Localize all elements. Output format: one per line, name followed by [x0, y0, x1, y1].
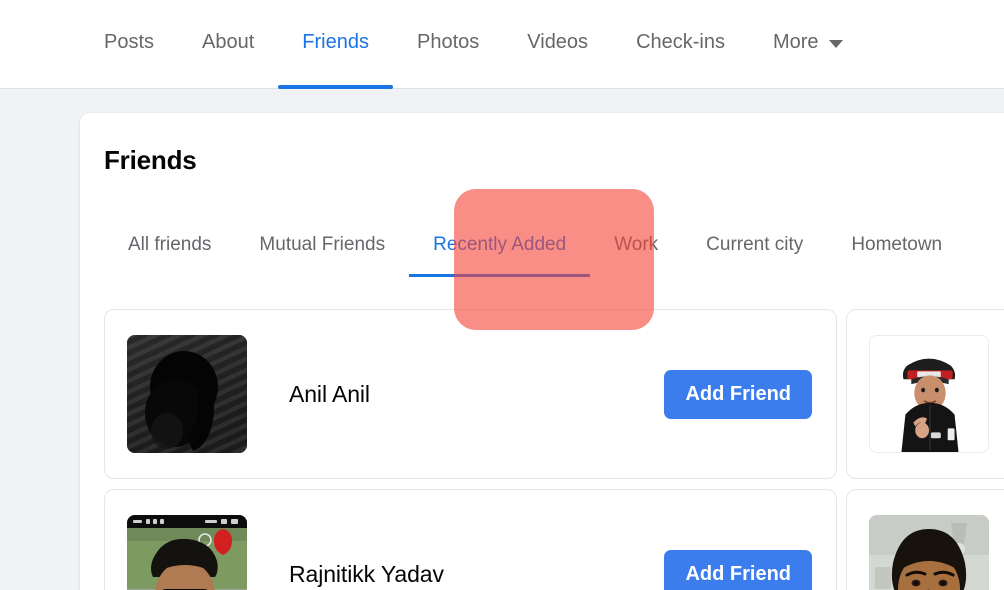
nav-tab-more[interactable]: More: [749, 0, 843, 89]
nav-tab-posts[interactable]: Posts: [80, 0, 178, 89]
filter-tab-hometown[interactable]: Hometown: [827, 215, 966, 277]
nav-tab-label: Check-ins: [636, 30, 725, 53]
filter-tab-label: Hometown: [851, 234, 943, 255]
filter-tab-label: All friends: [128, 234, 212, 255]
avatar[interactable]: [127, 335, 247, 453]
filter-tab-label: Recently Added: [433, 234, 567, 255]
nav-tab-label: Friends: [302, 30, 369, 53]
active-tab-underline: [278, 85, 393, 89]
friends-filter-tabs: All friends Mutual Friends Recently Adde…: [104, 215, 966, 277]
nav-tab-videos[interactable]: Videos: [503, 0, 612, 89]
filter-tab-label: Current city: [706, 234, 804, 255]
nav-tab-label: Photos: [417, 30, 480, 53]
page-root: Posts About Friends Photos Videos Check-…: [0, 0, 1004, 590]
avatar[interactable]: [869, 335, 989, 453]
friend-name: Anil Anil: [289, 380, 370, 407]
profile-nav-bar: Posts About Friends Photos Videos Check-…: [0, 0, 1004, 89]
filter-tab-recently-added[interactable]: Recently Added: [409, 215, 591, 277]
friend-card[interactable]: Rajnitikk Yadav Add Friend: [104, 489, 837, 590]
nav-tab-label: Posts: [104, 30, 155, 53]
friends-grid: Anil Anil Add Friend Rajnitikk Yadav Add…: [104, 309, 1004, 590]
friends-content-card: Friends All friends Mutual Friends Recen…: [80, 113, 1004, 590]
nav-tab-check-ins[interactable]: Check-ins: [612, 0, 749, 89]
add-friend-button[interactable]: Add Friend: [664, 369, 812, 419]
friend-card[interactable]: Anil Anil Add Friend: [104, 309, 837, 479]
filter-tab-label: Mutual Friends: [259, 234, 386, 255]
nav-tab-label: About: [202, 30, 255, 53]
add-friend-button[interactable]: Add Friend: [664, 549, 812, 590]
nav-tab-photos[interactable]: Photos: [393, 0, 503, 89]
chevron-down-icon: [828, 39, 843, 48]
avatar[interactable]: [127, 515, 247, 590]
nav-tab-about[interactable]: About: [178, 0, 278, 89]
friend-card[interactable]: Ravi Kumar Add Friend: [846, 489, 1004, 590]
filter-tab-mutual-friends[interactable]: Mutual Friends: [235, 215, 409, 277]
filter-tab-current-city[interactable]: Current city: [682, 215, 827, 277]
active-filter-underline: [409, 274, 591, 277]
friend-name: Rajnitikk Yadav: [289, 560, 444, 587]
filter-tab-all-friends[interactable]: All friends: [104, 215, 235, 277]
profile-nav-tab-list: Posts About Friends Photos Videos Check-…: [80, 0, 843, 89]
nav-tab-label: Videos: [527, 30, 589, 53]
friend-card[interactable]: Arjun Yadav Add Friend: [846, 309, 1004, 479]
avatar[interactable]: [869, 515, 989, 590]
filter-tab-work[interactable]: Work: [590, 215, 682, 277]
filter-tab-label: Work: [614, 234, 659, 255]
page-title: Friends: [104, 145, 197, 175]
nav-tab-friends[interactable]: Friends: [278, 0, 393, 89]
